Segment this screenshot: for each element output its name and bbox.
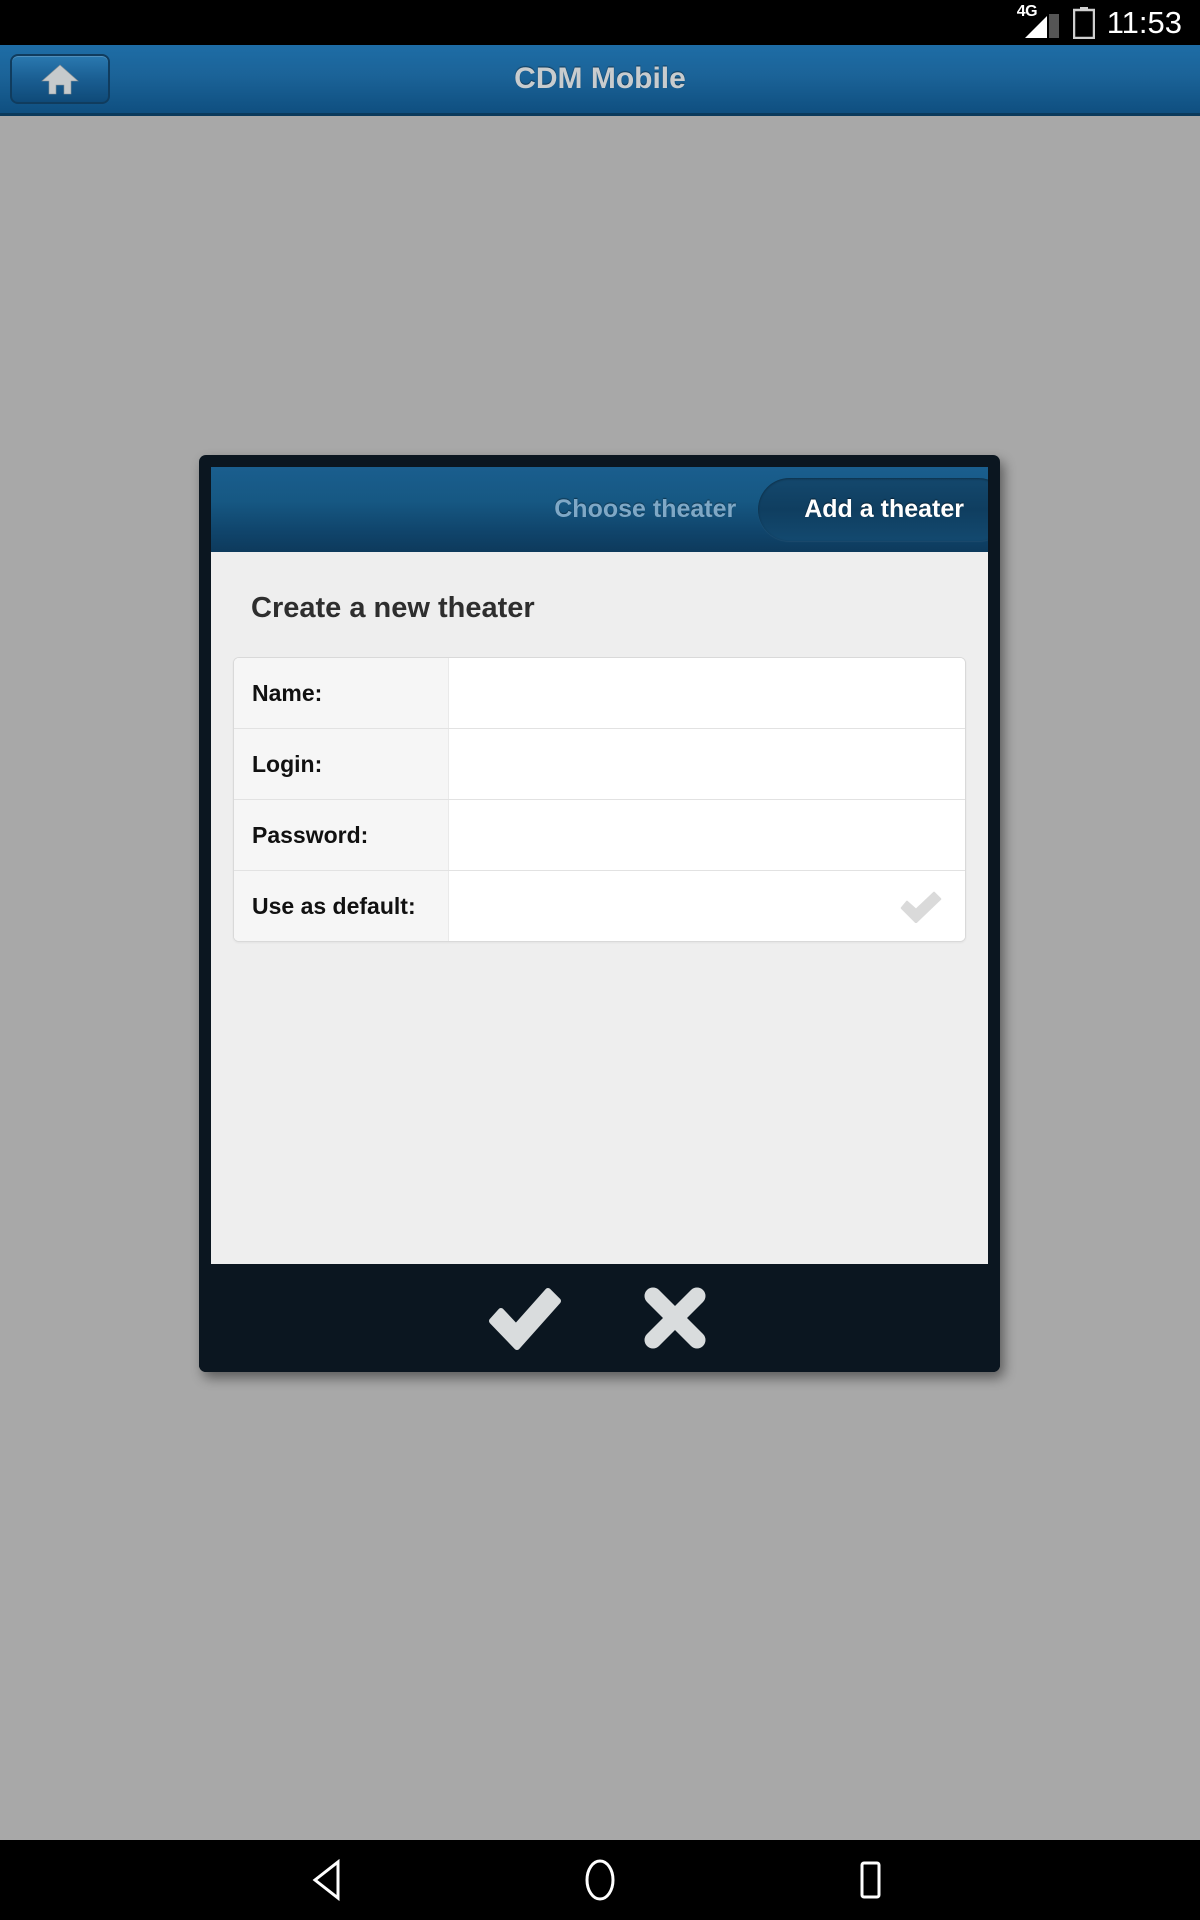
check-icon[interactable]: [899, 889, 943, 923]
login-input[interactable]: [449, 728, 943, 800]
cancel-button[interactable]: [639, 1282, 711, 1354]
dialog-tab-bar: Choose theater Add a theater: [211, 467, 988, 552]
password-field-cell[interactable]: [449, 799, 965, 871]
nav-back-button[interactable]: [295, 1852, 365, 1908]
home-button[interactable]: [10, 54, 110, 104]
add-theater-dialog: Choose theater Add a theater Create a ne…: [199, 455, 1000, 1372]
form-row-password: Password:: [234, 799, 965, 871]
use-as-default-label: Use as default:: [234, 871, 449, 941]
signal-bars-icon: 4G: [1017, 3, 1063, 40]
back-triangle-icon: [312, 1858, 340, 1902]
use-as-default-field-cell[interactable]: [449, 871, 965, 941]
tab-choose-theater[interactable]: Choose theater: [554, 495, 736, 524]
confirm-button[interactable]: [488, 1282, 561, 1354]
home-circle-icon: [585, 1859, 615, 1901]
status-bar-right-cluster: 4G 11:53: [1017, 3, 1182, 40]
close-icon: [644, 1287, 705, 1349]
name-field-cell[interactable]: [449, 658, 965, 729]
form-row-login: Login:: [234, 728, 965, 800]
login-label: Login:: [234, 729, 449, 799]
status-bar: 4G 11:53: [0, 0, 1200, 45]
dialog-action-bar: [199, 1264, 1000, 1372]
dialog-body: Create a new theater Name: Login: Passwo…: [211, 552, 988, 1264]
check-icon: [488, 1288, 561, 1350]
app-title-bar: CDM Mobile: [0, 45, 1200, 116]
password-input[interactable]: [449, 799, 943, 871]
nav-home-button[interactable]: [565, 1852, 635, 1908]
signal-triangle-icon: [1024, 13, 1059, 38]
battery-charging-icon: [1072, 6, 1095, 39]
tab-add-a-theater[interactable]: Add a theater: [758, 478, 988, 541]
recents-square-icon: [860, 1861, 881, 1899]
password-label: Password:: [234, 800, 449, 870]
status-bar-clock: 11:53: [1106, 5, 1182, 40]
form-row-name: Name:: [234, 658, 965, 729]
home-icon: [41, 64, 79, 95]
new-theater-form: Name: Login: Password: Use as default:: [233, 657, 966, 942]
android-navigation-bar: [0, 1840, 1200, 1920]
name-label: Name:: [234, 658, 449, 728]
login-field-cell[interactable]: [449, 728, 965, 800]
nav-recents-button[interactable]: [835, 1852, 905, 1908]
page-title: Create a new theater: [251, 592, 535, 624]
app-title: CDM Mobile: [514, 62, 686, 95]
name-input[interactable]: [449, 658, 943, 729]
form-row-use-as-default: Use as default:: [234, 871, 965, 941]
